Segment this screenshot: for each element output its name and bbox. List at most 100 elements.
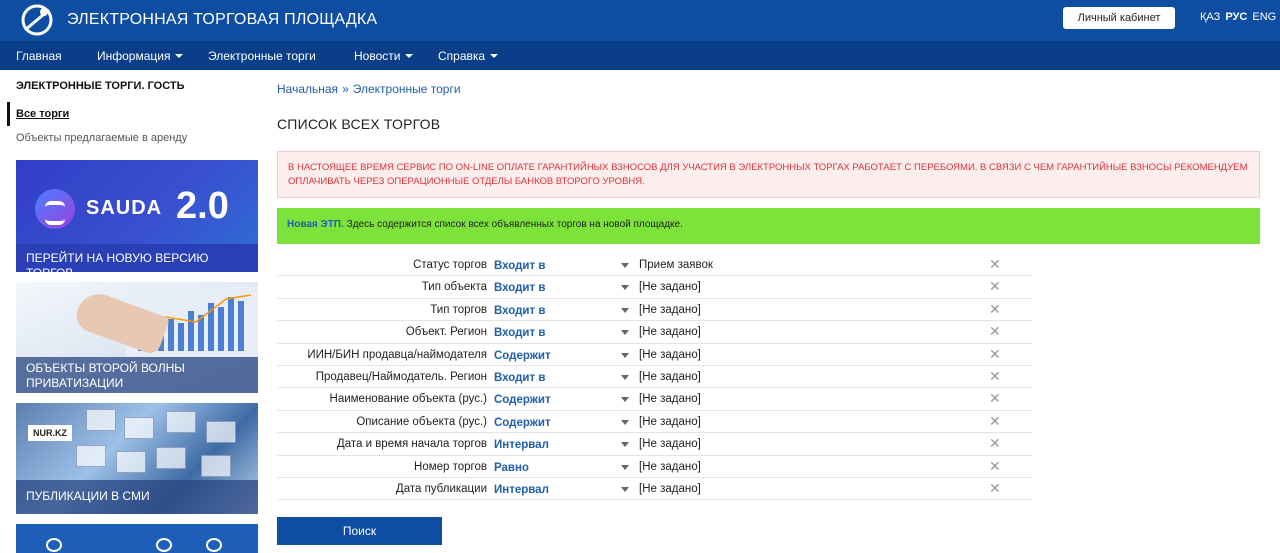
sauda-banner[interactable]: SAUDA 2.0 ПЕРЕЙТИ НА НОВУЮ ВЕРСИЮ ТОРГОВ xyxy=(16,160,258,272)
filter-row: Дата публикации Интервал [Не задано] ✕ xyxy=(277,478,1032,501)
filter-operator-select[interactable]: Содержит xyxy=(494,394,551,406)
clear-filter-icon[interactable]: ✕ xyxy=(989,347,1001,361)
site-title[interactable]: ЭЛЕКТРОННАЯ ТОРГОВАЯ ПЛОЩАДКА xyxy=(67,11,377,29)
sauda-brand: SAUDA xyxy=(86,197,163,219)
sauda-logo-icon xyxy=(35,189,75,229)
clear-filter-icon[interactable]: ✕ xyxy=(989,257,1001,271)
filter-operator-select[interactable]: Входит в xyxy=(494,327,545,339)
filter-operator-select[interactable]: Содержит xyxy=(494,350,551,362)
clear-filter-icon[interactable]: ✕ xyxy=(989,369,1001,383)
filter-value-field[interactable]: [Не задано] xyxy=(639,461,701,473)
media-tile xyxy=(206,421,236,443)
clear-filter-icon[interactable]: ✕ xyxy=(989,414,1001,428)
payment-warning-alert: В НАСТОЯЩЕЕ ВРЕМЯ СЕРВИС ПО ON-LINE ОПЛА… xyxy=(277,151,1260,198)
filter-value-field[interactable]: [Не задано] xyxy=(639,416,701,428)
nav-item-home[interactable]: Главная xyxy=(16,49,62,63)
nav-item-label: Главная xyxy=(16,49,62,63)
filter-value-field[interactable]: [Не задано] xyxy=(639,349,701,361)
filter-value-field[interactable]: Прием заявок xyxy=(639,259,713,271)
media-tile xyxy=(166,411,196,433)
filter-operator-select[interactable]: Равно xyxy=(494,462,529,474)
notice-lead-link[interactable]: Новая ЭТП. xyxy=(287,219,344,230)
sidebar-item-rental-objects[interactable]: Объекты предлагаемые в аренду xyxy=(16,132,187,144)
filter-label: ИИН/БИН продавца/наймодателя xyxy=(307,348,487,361)
sauda-version: 2.0 xyxy=(176,185,229,227)
dropdown-arrow-icon[interactable] xyxy=(621,397,629,403)
filter-value-field[interactable]: [Не задано] xyxy=(639,326,701,338)
privatization-banner[interactable]: ОБЪЕКТЫ ВТОРОЙ ВОЛНЫ ПРИВАТИЗАЦИИ xyxy=(16,282,258,393)
partner-icon xyxy=(46,538,62,552)
filter-label: Дата и время начала торгов xyxy=(336,438,487,451)
filter-row: Описание объекта (рус.) Содержит [Не задан… xyxy=(277,411,1032,434)
sidebar-item-all-trades[interactable]: Все торги xyxy=(16,108,69,120)
lang-kaz[interactable]: ҚАЗ xyxy=(1200,11,1220,23)
dropdown-arrow-icon[interactable] xyxy=(621,263,629,268)
breadcrumb-home-link[interactable]: Начальная xyxy=(277,82,338,96)
breadcrumb-current-link[interactable]: Электронные торги xyxy=(353,82,461,96)
filter-label: Наименование объекта (рус.) xyxy=(329,393,487,406)
nav-item-electronic-trades[interactable]: Электронные торги xyxy=(208,49,316,63)
media-tile xyxy=(116,451,146,473)
partner-icon xyxy=(156,538,172,552)
lang-rus[interactable]: РУС xyxy=(1225,11,1247,23)
globe-logo-icon[interactable] xyxy=(20,3,54,37)
clear-filter-icon[interactable]: ✕ xyxy=(989,459,1001,473)
clear-filter-icon[interactable]: ✕ xyxy=(989,324,1001,338)
media-publications-banner[interactable]: NUR.KZ ПУБЛИКАЦИИ В СМИ xyxy=(16,403,258,514)
nav-item-help[interactable]: Справка xyxy=(438,49,499,63)
clear-filter-icon[interactable]: ✕ xyxy=(989,481,1001,495)
partners-banner[interactable] xyxy=(16,524,258,553)
dropdown-arrow-icon[interactable] xyxy=(621,285,629,291)
filter-row: Продавец/Наймодатель. Регион Входит в [Не … xyxy=(277,366,1032,389)
filter-operator-select[interactable]: Содержит xyxy=(494,417,551,429)
filter-value-field[interactable]: [Не задано] xyxy=(639,304,701,316)
dropdown-arrow-icon[interactable] xyxy=(621,464,629,470)
page-title: СПИСОК ВСЕХ ТОРГОВ xyxy=(277,116,441,132)
dropdown-arrow-icon[interactable] xyxy=(621,352,629,358)
banner-caption: ОБЪЕКТЫ ВТОРОЙ ВОЛНЫ ПРИВАТИЗАЦИИ xyxy=(16,357,258,393)
filter-row: Тип объекта Входит в [Не задано] ✕ xyxy=(277,276,1032,299)
filter-operator-select[interactable]: Входит в xyxy=(494,260,545,272)
filter-operator-select[interactable]: Входит в xyxy=(494,372,545,384)
filter-label: Тип торгов xyxy=(430,303,487,316)
sidebar-active-indicator xyxy=(7,102,10,126)
filter-operator-select[interactable]: Интервал xyxy=(494,484,549,496)
filter-operator-select[interactable]: Интервал xyxy=(494,439,549,451)
breadcrumb-separator: » xyxy=(342,82,349,96)
banner-caption: ПЕРЕЙТИ НА НОВУЮ ВЕРСИЮ ТОРГОВ xyxy=(16,244,258,272)
dropdown-arrow-icon[interactable] xyxy=(621,486,629,492)
main-nav: Главная Информация Электронные торги Нов… xyxy=(0,41,1280,70)
media-tile xyxy=(156,447,186,469)
filter-operator-select[interactable]: Входит в xyxy=(494,305,545,317)
dropdown-arrow-icon[interactable] xyxy=(621,330,629,336)
clear-filter-icon[interactable]: ✕ xyxy=(989,391,1001,405)
lang-eng[interactable]: ENG xyxy=(1252,11,1276,23)
filter-value-field[interactable]: [Не задано] xyxy=(639,393,701,405)
dropdown-arrow-icon[interactable] xyxy=(621,374,629,380)
dropdown-arrow-icon[interactable] xyxy=(621,307,629,313)
filter-operator-select[interactable]: Входит в xyxy=(494,282,545,294)
media-tile xyxy=(86,409,116,431)
clear-filter-icon[interactable]: ✕ xyxy=(989,302,1001,316)
filter-value-field[interactable]: [Не задано] xyxy=(639,281,701,293)
media-tile xyxy=(201,455,231,477)
filter-row: Статус торгов Входит в Прием заявок ✕ xyxy=(277,254,1032,277)
dropdown-arrow-icon[interactable] xyxy=(621,419,629,425)
nav-item-label: Электронные торги xyxy=(208,49,316,63)
dropdown-arrow-icon[interactable] xyxy=(621,442,629,448)
filter-value-field[interactable]: [Не задано] xyxy=(639,483,701,495)
filter-label: Статус торгов xyxy=(413,259,487,271)
nav-item-information[interactable]: Информация xyxy=(97,49,184,63)
nav-item-news[interactable]: Новости xyxy=(354,49,414,63)
personal-cabinet-button[interactable]: Личный кабинет xyxy=(1063,7,1175,29)
caret-down-icon xyxy=(175,53,184,58)
search-button[interactable]: Поиск xyxy=(277,517,442,545)
filter-value-field[interactable]: [Не задано] xyxy=(639,371,701,383)
filter-value-field[interactable]: [Не задано] xyxy=(639,438,701,450)
header-bar: ЭЛЕКТРОННАЯ ТОРГОВАЯ ПЛОЩАДКА Личный каб… xyxy=(0,0,1280,41)
nav-item-label: Новости xyxy=(354,49,401,63)
clear-filter-icon[interactable]: ✕ xyxy=(989,436,1001,450)
clear-filter-icon[interactable]: ✕ xyxy=(989,279,1001,293)
filter-row: Наименование объекта (рус.) Содержит [Не з… xyxy=(277,388,1032,411)
breadcrumb: Начальная » Электронные торги xyxy=(277,82,461,96)
